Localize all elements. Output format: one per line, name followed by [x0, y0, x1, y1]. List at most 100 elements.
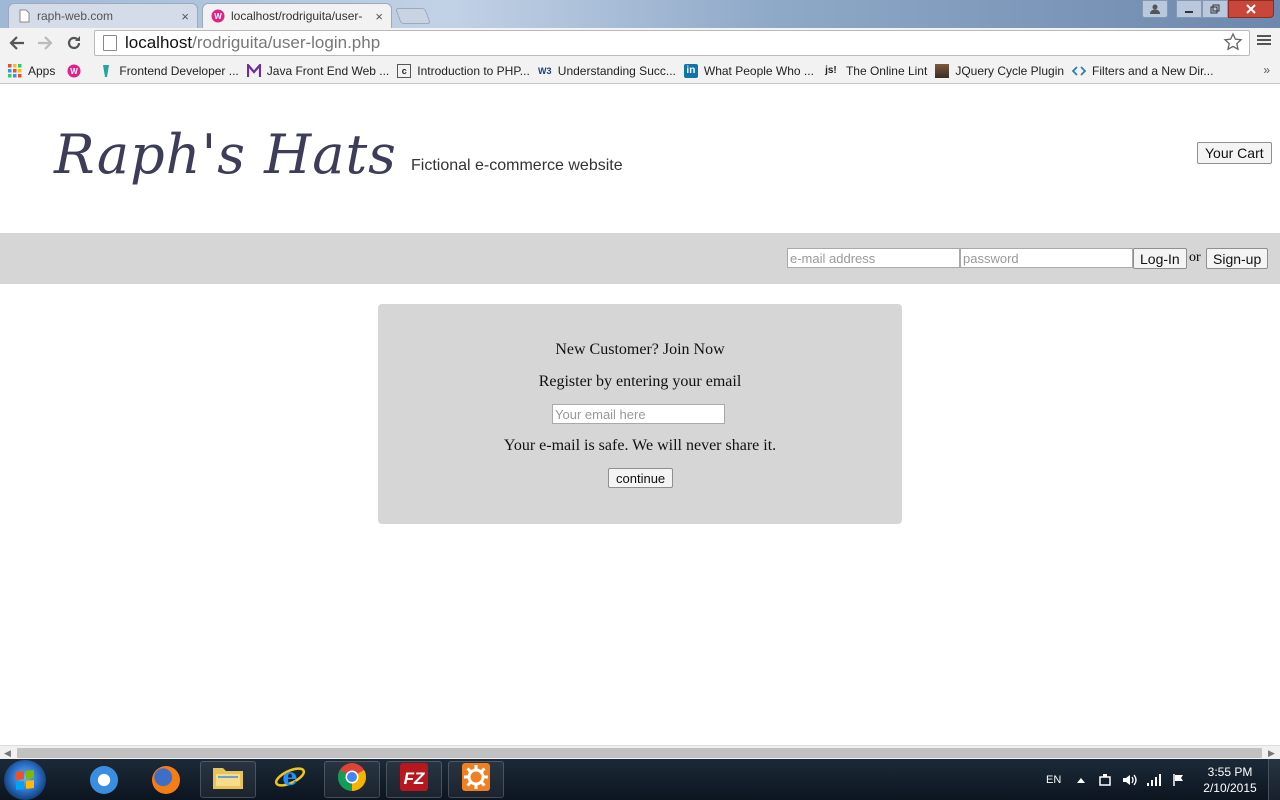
page-icon [103, 35, 117, 51]
join-title: New Customer? Join Now [555, 341, 725, 358]
browser-toolbar: localhost /rodriguita/user-login.php [0, 28, 1280, 58]
bookmarks-more-icon[interactable]: » [1263, 63, 1270, 77]
bookmark-web-app[interactable]: W [67, 64, 87, 78]
login-email-input[interactable] [787, 248, 960, 268]
firefox-icon [152, 765, 180, 794]
login-password-input[interactable] [960, 248, 1133, 268]
or-separator: or [1189, 250, 1201, 265]
bookmark-what-people[interactable]: in What People Who ... [683, 63, 814, 78]
m-icon [246, 63, 261, 78]
forward-arrow-icon[interactable] [34, 32, 56, 54]
bookmark-label: Introduction to PHP... [417, 63, 530, 78]
show-desktop-button[interactable] [1268, 759, 1280, 800]
bookmark-label: What People Who ... [703, 63, 814, 78]
safely-remove-hardware-icon[interactable] [1098, 759, 1112, 800]
treehouse-icon [99, 64, 113, 78]
tab-close-icon[interactable]: × [181, 9, 189, 24]
start-button[interactable] [4, 760, 46, 800]
tab-close-icon[interactable]: × [375, 9, 383, 24]
page-icon: c [397, 63, 412, 78]
svg-text:W: W [71, 67, 79, 76]
scroll-left-icon[interactable]: ◀ [4, 748, 11, 759]
internet-explorer-taskbar-button[interactable]: e [262, 761, 318, 798]
network-signal-icon[interactable] [1146, 759, 1162, 800]
jsl-icon: js! [825, 65, 837, 76]
tab-raph-web[interactable]: raph-web.com × [8, 3, 198, 28]
bookmark-label: The Online Lint [845, 63, 928, 78]
bookmarks-bar: Apps W Frontend Developer ... Java Front… [0, 58, 1280, 84]
bookmark-label: Understanding Succ... [557, 63, 676, 78]
photo-icon [935, 63, 950, 78]
safari-icon [90, 765, 118, 794]
close-window-icon[interactable] [1228, 0, 1274, 18]
join-subtitle: Register by entering your email [538, 373, 742, 390]
svg-text:e: e [282, 762, 297, 791]
volume-icon[interactable] [1122, 759, 1138, 800]
clock-date: 2/10/2015 [1203, 781, 1257, 795]
address-bar[interactable]: localhost /rodriguita/user-login.php [94, 30, 1250, 56]
page-icon [17, 9, 31, 23]
chrome-icon [337, 762, 367, 797]
tab-label: raph-web.com [37, 9, 114, 23]
bookmark-filters-new-dir[interactable]: Filters and a New Dir... [1072, 64, 1213, 78]
back-arrow-icon[interactable] [6, 32, 28, 54]
page-content: Raph's Hats Fictional e-commerce website… [0, 85, 1280, 745]
language-indicator[interactable]: EN [1046, 759, 1061, 800]
site-tagline: Fictional e-commerce website [411, 157, 623, 174]
bookmark-label: JQuery Cycle Plugin [955, 63, 1065, 78]
site-logo[interactable]: Raph's Hats [54, 123, 397, 186]
apps-grid-icon [8, 63, 22, 78]
show-hidden-icons-icon[interactable] [1076, 759, 1086, 800]
action-center-flag-icon[interactable] [1172, 759, 1186, 800]
scrollbar-thumb[interactable] [17, 748, 1262, 758]
continue-button[interactable]: continue [608, 468, 674, 488]
bookmark-label: Filters and a New Dir... [1092, 63, 1214, 78]
file-explorer-taskbar-button[interactable] [200, 761, 256, 798]
your-cart-button[interactable]: Your Cart [1197, 142, 1272, 164]
firefox-taskbar-button[interactable] [138, 761, 194, 798]
minimize-icon[interactable] [1176, 0, 1202, 18]
register-email-input[interactable] [552, 404, 725, 424]
chrome-taskbar-button[interactable] [324, 761, 380, 798]
bookmark-label: Java Front End Web ... [266, 63, 390, 78]
bookmark-java-front-end[interactable]: Java Front End Web ... [246, 63, 390, 78]
scroll-right-icon[interactable]: ▶ [1268, 748, 1275, 759]
bookmark-label: Frontend Developer ... [119, 63, 239, 78]
new-tab-button[interactable] [395, 8, 431, 24]
bookmark-frontend-developer[interactable]: Frontend Developer ... [99, 63, 239, 78]
url-path: /rodriguita/user-login.php [192, 33, 381, 52]
signup-button[interactable]: Sign-up [1206, 248, 1269, 269]
restore-icon[interactable] [1202, 0, 1228, 18]
linkedin-icon: in [683, 63, 698, 78]
web-app-icon: W [211, 9, 225, 23]
gear-icon [461, 762, 491, 797]
bookmark-understanding-succ[interactable]: W3 Understanding Succ... [538, 64, 676, 78]
internet-explorer-icon: e [274, 762, 306, 797]
w3-icon: W3 [538, 65, 552, 76]
svg-text:FZ: FZ [404, 769, 425, 788]
windows-logo-icon [16, 770, 34, 790]
code-icon [1072, 64, 1087, 78]
svg-text:W: W [214, 12, 222, 21]
safari-taskbar-button[interactable] [76, 761, 132, 798]
login-bar: Log-In or Sign-up [0, 233, 1280, 284]
bookmark-intro-php[interactable]: c Introduction to PHP... [397, 63, 530, 78]
system-clock[interactable]: 3:55 PM 2/10/2015 [1196, 764, 1264, 796]
join-panel: New Customer? Join Now Register by enter… [378, 304, 902, 524]
bookmark-apps[interactable]: Apps [8, 63, 55, 78]
reload-icon[interactable] [63, 32, 85, 54]
folder-icon [212, 764, 244, 795]
bookmark-online-lint[interactable]: js! The Online Lint [822, 64, 927, 78]
bookmark-jquery-cycle[interactable]: JQuery Cycle Plugin [935, 63, 1065, 78]
login-button[interactable]: Log-In [1133, 248, 1187, 269]
tab-label: localhost/rodriguita/user- [231, 9, 363, 23]
bookmark-star-icon[interactable] [1223, 32, 1243, 58]
tab-user-login[interactable]: W localhost/rodriguita/user- × [202, 3, 392, 28]
filezilla-icon: FZ [399, 762, 429, 797]
filezilla-taskbar-button[interactable]: FZ [386, 761, 442, 798]
menu-hamburger-icon[interactable] [1256, 32, 1274, 54]
user-profile-icon[interactable] [1142, 0, 1168, 18]
horizontal-scrollbar[interactable]: ◀ ▶ [0, 745, 1280, 759]
xampp-taskbar-button[interactable] [448, 761, 504, 798]
web-app-icon: W [67, 64, 81, 78]
